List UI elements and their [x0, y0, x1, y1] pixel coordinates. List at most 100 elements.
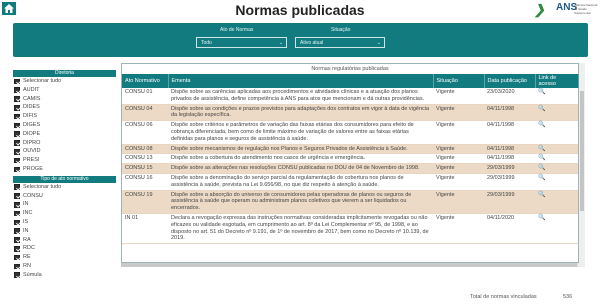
link-icon[interactable]: 🔍 [538, 192, 545, 198]
table-row: CONSU 16 Dispõe sobre a denominação do se… [122, 173, 578, 191]
col-header-link[interactable]: Link de acesso [535, 74, 579, 88]
link-icon[interactable]: 🔍 [538, 165, 545, 171]
filter-checkbox-item[interactable]: RA [13, 236, 116, 245]
horizontal-scrollbar[interactable] [121, 263, 579, 267]
filter-checkbox-item[interactable]: AUDIT [13, 86, 116, 95]
link-icon[interactable]: 🔍 [538, 146, 545, 152]
col-header-data[interactable]: Data publicação [484, 74, 536, 88]
checkbox-checked-icon[interactable] [14, 272, 20, 278]
checkbox-checked-icon[interactable] [14, 87, 20, 93]
cell-ementa: Dispõe sobre as condições e prazos previ… [168, 104, 433, 122]
filter-checkbox-item[interactable]: RN [13, 262, 116, 271]
checkbox-checked-icon[interactable] [14, 78, 20, 85]
checkbox-checked-icon[interactable] [14, 166, 20, 173]
filter-checkbox-label: DIOPE [23, 130, 41, 137]
checkbox-checked-icon[interactable] [14, 140, 20, 146]
checkbox-checked-icon[interactable] [14, 96, 20, 102]
filter-checkbox-item[interactable]: PROGE [13, 165, 116, 174]
filter-checkbox-item[interactable]: Selecionar tudo [13, 77, 116, 86]
col-header-ato[interactable]: Ato Normativo [122, 74, 169, 88]
chevron-down-icon: ⌄ [376, 40, 381, 46]
col-header-situacao[interactable]: Situação [433, 74, 485, 88]
filter-checkbox-item[interactable]: RDC [13, 244, 116, 253]
checkbox-checked-icon[interactable] [14, 157, 20, 164]
checkbox-checked-icon[interactable] [14, 184, 20, 190]
table-row: IN 01 Declara a revogação expressa das in… [122, 213, 578, 245]
checkbox-checked-icon[interactable] [14, 228, 20, 234]
filter-checkbox-label: RA [23, 236, 31, 243]
checkbox-checked-icon[interactable] [14, 254, 20, 261]
normas-table: Ato Normativo Ementa Situação Data publi… [122, 74, 579, 245]
filter-checkbox-label: INC [23, 210, 33, 217]
checkbox-checked-icon[interactable] [14, 201, 20, 208]
filter-checkbox-item[interactable]: RE [13, 253, 116, 262]
cell-data: 29/03/1999 [484, 190, 535, 214]
filter-checkbox-item[interactable]: OUVID [13, 147, 116, 156]
filter-checkbox-label: Súmula [23, 271, 42, 278]
cell-ato: CONSU 13 [122, 153, 168, 165]
checkbox-checked-icon[interactable] [14, 263, 20, 270]
checkbox-checked-icon[interactable] [14, 148, 20, 155]
table-row: CONSU 15 Dispõe sobre as alterações nas r… [122, 163, 578, 174]
vertical-scrollbar-thumb[interactable] [580, 91, 584, 211]
cell-data: 04/11/1998 [484, 153, 535, 165]
filter-checkbox-label: Selecionar tudo [23, 183, 62, 190]
situacao-filter-value: Ativo atual [300, 40, 324, 46]
filter-checkbox-label: CONSU [23, 192, 43, 199]
link-icon[interactable]: 🔍 [538, 175, 545, 181]
filter-checkbox-item[interactable]: DIOPE [13, 130, 116, 139]
cell-ementa: Dispõe sobre mecanismos de regulação nos… [168, 144, 433, 155]
filter-checkbox-item[interactable]: IS [13, 218, 116, 227]
vertical-scrollbar[interactable] [579, 63, 585, 267]
cell-ementa: Dispõe sobre a absorção do universo de c… [168, 190, 433, 214]
filter-checkbox-item[interactable]: PRESI [13, 156, 116, 165]
cell-situacao: Vigente [433, 190, 484, 214]
filter-checkbox-label: RN [23, 262, 31, 269]
checkbox-checked-icon[interactable] [14, 219, 20, 226]
filter-checkbox-item[interactable]: IN [13, 200, 116, 209]
table-row: CONSU 08 Dispõe sobre mecanismos de regul… [122, 144, 578, 155]
cell-ementa: Declara a revogação expressa das instruç… [168, 213, 433, 245]
ans-logo-subtitle: Agência Nacional de Saúde Suplementar [574, 3, 598, 15]
cell-data: 29/03/1999 [484, 163, 535, 174]
filter-checkbox-label: DIPRO [23, 139, 41, 146]
cell-situacao: Vigente [433, 88, 484, 105]
checkbox-checked-icon[interactable] [14, 113, 20, 120]
link-icon[interactable]: 🔍 [538, 89, 545, 95]
checkbox-checked-icon[interactable] [14, 122, 20, 129]
link-icon[interactable]: 🔍 [538, 122, 545, 128]
diretoria-header: Diretoria [13, 70, 116, 77]
filter-checkbox-item[interactable]: INC [13, 209, 116, 218]
filter-checkbox-label: CAMIS [23, 95, 41, 102]
link-icon[interactable]: 🔍 [538, 215, 545, 221]
filter-checkbox-item[interactable]: DIGES [13, 121, 116, 130]
col-header-ementa[interactable]: Ementa [168, 74, 434, 88]
link-icon[interactable]: 🔍 [538, 106, 545, 112]
checkbox-checked-icon[interactable] [14, 245, 20, 252]
filter-checkbox-item[interactable]: CONSU [13, 192, 116, 201]
filter-checkbox-item[interactable]: CAMIS [13, 95, 116, 104]
cell-situacao: Vigente [433, 163, 484, 174]
filter-checkbox-item[interactable]: DIPRO [13, 139, 116, 148]
checkbox-checked-icon[interactable] [14, 237, 20, 243]
filter-checkbox-item[interactable]: Súmula [13, 271, 116, 280]
origem-filter-select[interactable]: Todo ⌄ [196, 37, 287, 48]
situacao-filter-select[interactable]: Ativo atual ⌄ [295, 37, 385, 48]
link-icon[interactable]: 🔍 [538, 155, 545, 161]
checkbox-checked-icon[interactable] [14, 131, 20, 137]
sidebar: Diretoria Selecionar tudo AUDIT CAMIS DIDES… [13, 70, 116, 307]
filter-checkbox-item[interactable]: Selecionar tudo [13, 183, 116, 192]
cell-ato: CONSU 01 [122, 88, 168, 105]
checkbox-checked-icon[interactable] [14, 104, 20, 111]
filter-checkbox-item[interactable]: DIFIS [13, 112, 116, 121]
filter-checkbox-item[interactable]: DIDES [13, 103, 116, 112]
filter-checkbox-label: RDC [23, 245, 35, 252]
filter-checkbox-item[interactable]: IN [13, 227, 116, 236]
horizontal-scrollbar-thumb[interactable] [121, 263, 577, 267]
checkbox-checked-icon[interactable] [14, 193, 20, 199]
table-row: CONSU 01 Dispõe sobre as carências aplica… [122, 88, 578, 105]
checkbox-checked-icon[interactable] [14, 210, 20, 217]
ans-logo: ❯ ANS Agência Nacional de Saúde Suplemen… [534, 2, 598, 18]
filter-checkbox-label: PROGE [23, 165, 43, 172]
cell-situacao: Vigente [433, 173, 484, 191]
